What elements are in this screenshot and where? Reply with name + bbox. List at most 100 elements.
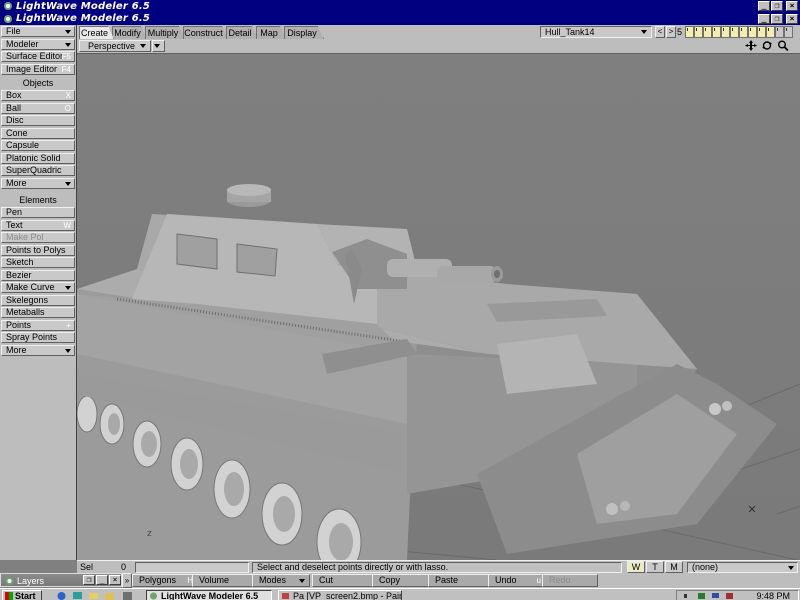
- inner-restore-button[interactable]: ❐: [771, 13, 783, 24]
- layer-button-6[interactable]: [730, 26, 739, 38]
- lightwave-app-icon: [4, 2, 12, 10]
- panel-button-cone[interactable]: Cone: [1, 127, 75, 139]
- start-button[interactable]: Start: [2, 590, 42, 600]
- panel-button-make-pol[interactable]: Make Pol: [1, 232, 75, 243]
- layers-minimize-button[interactable]: _: [96, 575, 108, 585]
- panel-button-file[interactable]: File: [1, 26, 75, 37]
- panel-button-modeler[interactable]: Modeler: [1, 38, 75, 50]
- layer-button-8[interactable]: [748, 26, 757, 38]
- panel-button-ball[interactable]: Ball O: [1, 102, 75, 114]
- layers-close-button[interactable]: ×: [109, 575, 121, 585]
- panel-button-image-editor[interactable]: Image Editor F4: [1, 63, 75, 75]
- inner-title-bar[interactable]: LightWave Modeler 6.5 _ ❐ ×: [0, 12, 800, 25]
- network-icon[interactable]: [697, 592, 706, 600]
- tray-app-icon[interactable]: [725, 592, 734, 600]
- tool-polygons[interactable]: Polygons H: [132, 574, 196, 587]
- panel-button-points-to-polys[interactable]: Points to Polys: [1, 244, 75, 256]
- layer-button-2[interactable]: [694, 26, 703, 38]
- surface-selector[interactable]: (none): [687, 562, 798, 573]
- panel-button-bezier[interactable]: Bezier: [1, 269, 75, 281]
- layer-button-3[interactable]: [703, 26, 712, 38]
- view-mode-selector[interactable]: Perspective: [79, 40, 151, 52]
- layer-button-9[interactable]: [757, 26, 766, 38]
- ie-icon[interactable]: [56, 591, 67, 600]
- close-button[interactable]: ×: [786, 1, 798, 11]
- tab-construct[interactable]: Construct: [183, 26, 228, 39]
- tab-create[interactable]: Create: [79, 26, 114, 39]
- move-icon[interactable]: [744, 40, 758, 52]
- paint-app-icon: [282, 593, 289, 599]
- zoom-icon[interactable]: [776, 40, 790, 52]
- next-layer-button[interactable]: >: [666, 26, 676, 38]
- panel-button-label: Make Pol: [6, 232, 44, 242]
- tab-modify[interactable]: Modify: [112, 26, 147, 39]
- tab-multiply[interactable]: Multiply: [145, 26, 185, 39]
- mode-button-w[interactable]: W: [627, 561, 645, 573]
- tool-volume[interactable]: Volume: [192, 574, 254, 587]
- inner-minimize-button[interactable]: _: [758, 13, 770, 24]
- layers-window[interactable]: Layers ❐ _ ×: [0, 573, 122, 588]
- panel-button-box[interactable]: Box X: [1, 90, 75, 101]
- windows-flag-icon: [5, 592, 13, 600]
- outlook-icon[interactable]: [88, 591, 99, 600]
- panel-button-label: Box: [6, 90, 22, 100]
- mode-button-t[interactable]: T: [646, 561, 664, 573]
- desktop-icon[interactable]: [72, 591, 83, 600]
- panel-button-metaballs[interactable]: Metaballs: [1, 307, 75, 318]
- tool-redo[interactable]: Redo: [542, 574, 598, 587]
- panel-button-more[interactable]: More: [1, 177, 75, 189]
- panel-button-disc[interactable]: Disc: [1, 115, 75, 126]
- start-label: Start: [15, 591, 36, 600]
- system-tray: 9:48 PM: [676, 590, 799, 600]
- restore-button[interactable]: ❐: [771, 1, 783, 11]
- layer-button-4[interactable]: [712, 26, 721, 38]
- panel-button-label: Disc: [6, 115, 24, 125]
- mode-button-m[interactable]: M: [665, 561, 683, 573]
- monitor-icon[interactable]: [711, 592, 720, 600]
- tool-cut[interactable]: Cut: [312, 574, 374, 587]
- elements-header: Elements: [1, 194, 75, 206]
- speaker-icon[interactable]: [683, 592, 692, 600]
- panel-button-make-curve[interactable]: Make Curve: [1, 282, 75, 293]
- layer-button-1[interactable]: [685, 26, 694, 38]
- inner-close-button[interactable]: ×: [786, 13, 798, 24]
- panel-button-points[interactable]: Points +: [1, 319, 75, 331]
- outer-title-bar[interactable]: LightWave Modeler 6.5 _ ❐ ×: [0, 0, 800, 12]
- minimize-button[interactable]: _: [758, 1, 770, 11]
- tool-undo[interactable]: Undo u: [488, 574, 544, 587]
- layers-restore-button[interactable]: ❐: [83, 575, 95, 585]
- taskbar-item-2[interactable]: Pa [VP_screen2.bmp - Paint]: [278, 590, 402, 600]
- panel-button-sketch[interactable]: Sketch: [1, 257, 75, 268]
- layer-button-7[interactable]: [739, 26, 748, 38]
- view-options-button[interactable]: [152, 40, 165, 52]
- panel-button-capsule[interactable]: Capsule: [1, 140, 75, 151]
- panel-button-text[interactable]: Text W: [1, 219, 75, 231]
- panel-button-surface-editor[interactable]: Surface Editor F5: [1, 51, 75, 62]
- panel-button-platonic-solid[interactable]: Platonic Solid: [1, 152, 75, 164]
- layer-button-5[interactable]: [721, 26, 730, 38]
- layer-button-12[interactable]: [784, 26, 793, 38]
- object-selector[interactable]: Hull_Tank14: [540, 26, 652, 38]
- tab-map[interactable]: Map: [256, 26, 286, 39]
- perspective-viewport[interactable]: z: [77, 54, 800, 560]
- rotate-icon[interactable]: [760, 40, 774, 52]
- layer-button-11[interactable]: [775, 26, 784, 38]
- panel-button-superquadric[interactable]: SuperQuadric: [1, 165, 75, 176]
- layer-button-10[interactable]: [766, 26, 775, 38]
- panel-button-skelegons[interactable]: Skelegons: [1, 294, 75, 306]
- explorer-icon[interactable]: [104, 591, 115, 600]
- panel-button-more[interactable]: More: [1, 344, 75, 356]
- panel-button-spray-points[interactable]: Spray Points: [1, 332, 75, 343]
- app-shortcut-icon[interactable]: [122, 591, 133, 600]
- tool-modes[interactable]: Modes: [252, 574, 310, 587]
- panel-button-label: Make Curve: [6, 282, 55, 292]
- prev-layer-button[interactable]: <: [655, 26, 665, 38]
- tool-copy[interactable]: Copy: [372, 574, 434, 587]
- tool-scroll-button[interactable]: »: [122, 573, 132, 588]
- panel-button-label: Spray Points: [6, 332, 58, 342]
- tool-paste[interactable]: Paste: [428, 574, 490, 587]
- panel-button-pen[interactable]: Pen: [1, 207, 75, 218]
- tab-detail[interactable]: Detail: [226, 26, 258, 39]
- tab-display[interactable]: Display: [284, 26, 324, 39]
- taskbar-item-1[interactable]: LightWave Modeler 6.5: [146, 590, 272, 600]
